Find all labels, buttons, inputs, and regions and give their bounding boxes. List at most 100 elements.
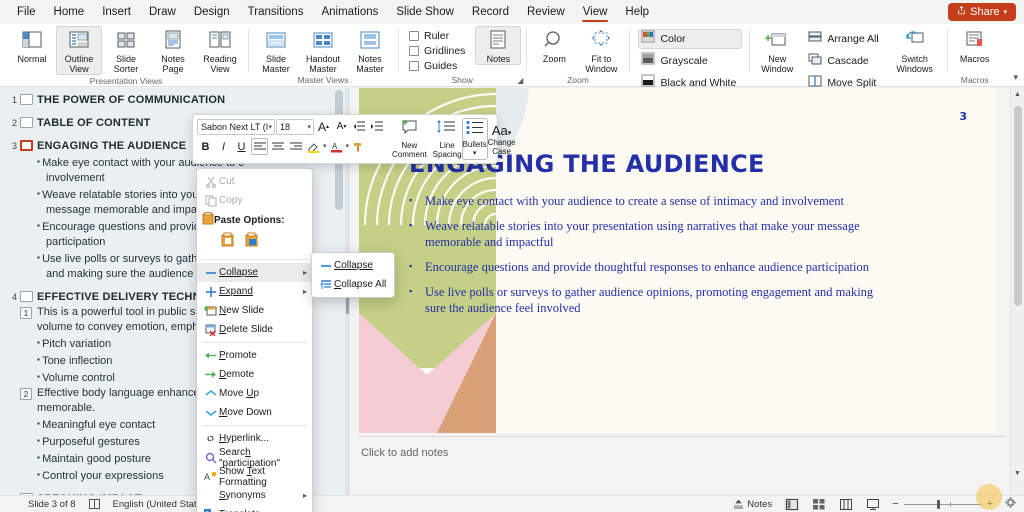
font-color-icon[interactable]: A bbox=[328, 138, 345, 155]
menu-transitions[interactable]: Transitions bbox=[239, 3, 313, 21]
ribbon-item-arrange-all[interactable]: Arrange All bbox=[805, 29, 884, 49]
ribbon-item-cascade[interactable]: Cascade bbox=[805, 51, 884, 71]
context-menu-item-translate[interactable]: ab Translate bbox=[197, 505, 312, 512]
shrink-font-icon[interactable]: A▾ bbox=[333, 118, 350, 135]
chevron-down-icon[interactable]: ▾ bbox=[307, 120, 311, 135]
status-view-normal[interactable] bbox=[784, 498, 799, 511]
change-case-button[interactable]: Aa▾ Change Case bbox=[488, 118, 516, 160]
ribbon-button-outline-view[interactable]: Outline View bbox=[56, 26, 102, 75]
slide-scrollbar[interactable]: ▲ ▼ bbox=[1010, 88, 1024, 495]
ribbon-button-handout-master[interactable]: Handout Master bbox=[300, 26, 346, 74]
ribbon-button-slide-sorter[interactable]: Slide Sorter bbox=[103, 26, 149, 74]
context-menu-item-delete-slide[interactable]: Delete Slide bbox=[197, 320, 312, 339]
slide-indicator[interactable]: Slide 3 of 8 bbox=[28, 499, 76, 510]
notes-toggle-button[interactable]: Notes bbox=[733, 499, 772, 510]
menu-view[interactable]: View bbox=[574, 3, 617, 21]
ribbon-button-notes-page[interactable]: Notes Page bbox=[150, 26, 196, 74]
ribbon-item-color[interactable]: Color bbox=[638, 29, 742, 49]
bullets-button[interactable]: Bullets ▾ bbox=[462, 118, 488, 160]
menu-home[interactable]: Home bbox=[45, 3, 94, 21]
spellcheck-button[interactable] bbox=[89, 499, 100, 509]
collapse-ribbon-icon[interactable]: ▾ bbox=[1013, 72, 1018, 83]
decrease-indent-icon[interactable] bbox=[351, 118, 368, 135]
submenu-item-collapse[interactable]: Collapse bbox=[312, 256, 394, 275]
chevron-down-icon[interactable]: ▾ bbox=[346, 139, 350, 154]
checkbox-gridlines[interactable]: Gridlines bbox=[409, 45, 465, 57]
scroll-up-icon[interactable]: ▲ bbox=[1011, 88, 1024, 102]
context-menu-item-copy[interactable]: Copy bbox=[197, 191, 312, 210]
underline-icon[interactable]: U bbox=[233, 138, 250, 155]
line-spacing-button[interactable]: Line Spacing bbox=[433, 118, 462, 160]
grow-font-icon[interactable]: A▴ bbox=[315, 118, 332, 135]
context-menu-item-expand[interactable]: Expand ▸ bbox=[197, 282, 312, 301]
menu-insert[interactable]: Insert bbox=[93, 3, 140, 21]
paste-keep-formatting-icon[interactable] bbox=[221, 232, 235, 252]
menu-record[interactable]: Record bbox=[463, 3, 518, 21]
chevron-down-icon[interactable]: ▾ bbox=[323, 139, 327, 154]
zoom-slider-knob[interactable] bbox=[937, 500, 940, 509]
context-menu-item-show-text-formatting[interactable]: A Show Text Formatting bbox=[197, 467, 312, 486]
status-view-reading[interactable] bbox=[838, 498, 853, 511]
ribbon-button-normal[interactable]: Normal bbox=[9, 26, 55, 64]
ribbon-button-new-window[interactable]: New Window bbox=[754, 26, 800, 74]
checkbox-guides[interactable]: Guides bbox=[409, 60, 465, 72]
menu-help[interactable]: Help bbox=[616, 3, 658, 21]
outline-slide-thumb[interactable] bbox=[20, 94, 33, 105]
context-menu-item-move-down[interactable]: Move Down bbox=[197, 403, 312, 422]
context-menu-item-collapse[interactable]: Collapse ▸ bbox=[197, 263, 312, 282]
chevron-down-icon[interactable]: ▾ bbox=[268, 120, 272, 135]
ribbon-button-notes[interactable]: Notes bbox=[475, 26, 521, 65]
font-size-combobox[interactable]: 18 ▾ bbox=[276, 119, 314, 135]
menu-animations[interactable]: Animations bbox=[312, 3, 387, 21]
context-menu-item-demote[interactable]: Demote bbox=[197, 365, 312, 384]
italic-icon[interactable]: I bbox=[215, 138, 232, 155]
zoom-out-button[interactable]: − bbox=[892, 498, 898, 510]
context-menu-item-move-up[interactable]: Move Up bbox=[197, 384, 312, 403]
checkbox-ruler[interactable]: Ruler bbox=[409, 30, 465, 42]
highlight-color-icon[interactable] bbox=[305, 138, 322, 155]
menu-design[interactable]: Design bbox=[185, 3, 239, 21]
context-menu-item-new-slide[interactable]: New Slide bbox=[197, 301, 312, 320]
menu-file[interactable]: File bbox=[8, 3, 45, 21]
paste-picture-icon[interactable] bbox=[245, 232, 259, 252]
notes-pane[interactable]: Click to add notes bbox=[359, 436, 1006, 483]
slide-scrollbar-thumb[interactable] bbox=[1014, 106, 1022, 306]
align-center-icon[interactable] bbox=[269, 138, 286, 155]
context-menu-item-promote[interactable]: Promote bbox=[197, 346, 312, 365]
format-painter-icon[interactable] bbox=[350, 138, 367, 155]
outline-slide-thumb-selected[interactable] bbox=[20, 140, 33, 151]
ribbon-button-slide-master[interactable]: Slide Master bbox=[253, 26, 299, 74]
context-menu-item-cut[interactable]: Cut bbox=[197, 172, 312, 191]
ribbon-button-reading-view[interactable]: Reading View bbox=[197, 26, 243, 74]
ribbon-button-zoom[interactable]: Zoom bbox=[531, 26, 577, 64]
ribbon-button-fit-to-window[interactable]: Fit to Window bbox=[578, 26, 624, 74]
bold-icon[interactable]: B bbox=[197, 138, 214, 155]
submenu-item-collapse-all[interactable]: Collapse All bbox=[312, 275, 394, 294]
status-view-slide-sorter[interactable] bbox=[811, 498, 826, 511]
context-menu-item-synonyms[interactable]: Synonyms ▸ bbox=[197, 486, 312, 505]
increase-indent-icon[interactable] bbox=[369, 118, 386, 135]
outline-slide-row[interactable]: 1 THE POWER OF COMMUNICATION bbox=[0, 92, 345, 108]
context-menu-item-hyperlink[interactable]: Hyperlink... bbox=[197, 429, 312, 448]
menu-slide-show[interactable]: Slide Show bbox=[387, 3, 463, 21]
outline-slide-thumb[interactable] bbox=[20, 117, 33, 128]
zoom-slider-track[interactable] bbox=[904, 504, 982, 505]
scroll-down-icon[interactable]: ▼ bbox=[1011, 467, 1024, 481]
fit-slide-to-window-button[interactable] bbox=[1005, 497, 1016, 511]
context-menu-item-search[interactable]: Search "participation" bbox=[197, 448, 312, 467]
show-dialog-launcher[interactable]: ◢ bbox=[517, 76, 523, 85]
new-comment-button[interactable]: New Comment bbox=[392, 118, 427, 160]
ribbon-button-switch-windows[interactable]: Switch Windows bbox=[888, 26, 942, 74]
align-right-icon[interactable] bbox=[287, 138, 304, 155]
ribbon-button-notes-master[interactable]: Notes Master bbox=[347, 26, 393, 74]
menu-draw[interactable]: Draw bbox=[140, 3, 185, 21]
status-view-slideshow[interactable] bbox=[865, 498, 880, 511]
ribbon-item-grayscale[interactable]: Grayscale bbox=[638, 51, 742, 71]
outline-slide-thumb[interactable] bbox=[20, 291, 33, 302]
chevron-down-icon[interactable]: ▾ bbox=[473, 149, 477, 158]
share-button[interactable]: Share ▾ bbox=[948, 3, 1016, 21]
menu-review[interactable]: Review bbox=[518, 3, 574, 21]
slide-body-placeholder[interactable]: ▪ Make eye contact with your audience to… bbox=[409, 193, 889, 325]
align-left-icon[interactable] bbox=[251, 138, 268, 155]
font-name-combobox[interactable]: Sabon Next LT (I ▾ bbox=[197, 119, 275, 135]
